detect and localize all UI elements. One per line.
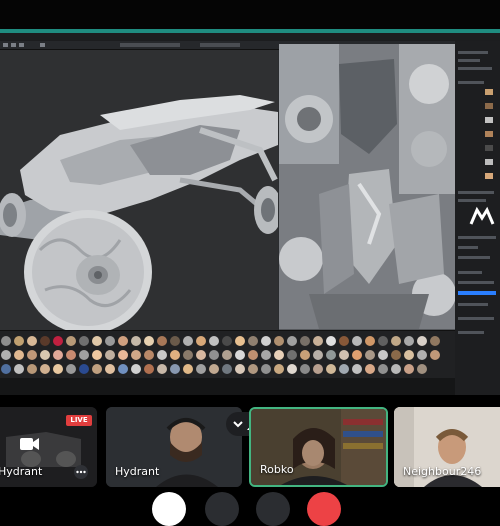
color-slider[interactable] (458, 291, 496, 295)
panel-row (458, 59, 480, 62)
participant-name: Robko (260, 463, 294, 476)
material-balls (1, 336, 440, 374)
panel-row (458, 246, 478, 249)
participant-name: Hydrant (115, 465, 160, 478)
participant-name: Neighbour246 (403, 465, 482, 478)
layer-thumbnail[interactable] (485, 103, 493, 109)
chevron-down-icon (233, 421, 243, 428)
panel-row (458, 317, 494, 320)
layer-thumbnail[interactable] (485, 159, 493, 165)
uv-texture-view[interactable] (279, 44, 455, 337)
buggy-model-render (0, 50, 278, 337)
uv-layout-render (279, 44, 455, 337)
material-row-1 (1, 336, 440, 346)
layer-thumbnail[interactable] (485, 131, 493, 137)
3d-viewport[interactable] (0, 50, 278, 337)
tool-icon (200, 43, 240, 47)
panel-row (458, 51, 488, 54)
participant-tile[interactable]: Hydrant (106, 407, 242, 487)
panel-row (458, 331, 484, 334)
hang-up-button[interactable] (307, 492, 341, 526)
panel-row (458, 236, 496, 239)
participant-tile[interactable]: Neighbour246 (394, 407, 500, 487)
panel-row (458, 191, 494, 194)
layer-thumbnail[interactable] (485, 145, 493, 151)
participant-tile-speaking[interactable]: Robko (249, 407, 388, 487)
more-icon[interactable] (74, 465, 88, 479)
tool-icon (19, 43, 24, 47)
panel-row (458, 281, 494, 284)
layer-thumbnail[interactable] (485, 117, 493, 123)
material-row-3 (1, 364, 427, 374)
activity-button[interactable] (256, 492, 290, 526)
panel-row (458, 67, 492, 70)
app-logo-icon (469, 206, 495, 225)
call-header (0, 0, 500, 30)
screenshare-button[interactable] (205, 492, 239, 526)
panel-row (458, 256, 490, 259)
properties-panel[interactable] (455, 41, 500, 400)
participant-name: Hydrant (0, 465, 43, 478)
layer-thumbnail[interactable] (485, 89, 493, 95)
app-menubar (0, 33, 500, 41)
live-badge: LIVE (66, 415, 92, 426)
camera-icon (20, 438, 39, 450)
material-shelf[interactable] (0, 330, 455, 379)
screen-share[interactable] (0, 33, 500, 400)
panel-row (458, 303, 488, 306)
panel-row (458, 81, 484, 84)
panel-row (458, 199, 486, 202)
tool-icon (40, 43, 45, 47)
camera-toggle-button[interactable] (152, 492, 186, 526)
panel-row (458, 271, 482, 274)
call-divider (0, 395, 500, 407)
participant-tile[interactable]: LIVE Hydrant (0, 407, 97, 487)
material-row-2 (1, 350, 440, 360)
tool-icon (11, 43, 16, 47)
tool-icon (120, 43, 180, 47)
tool-icon (3, 43, 8, 47)
layer-thumbnail[interactable] (485, 173, 493, 179)
